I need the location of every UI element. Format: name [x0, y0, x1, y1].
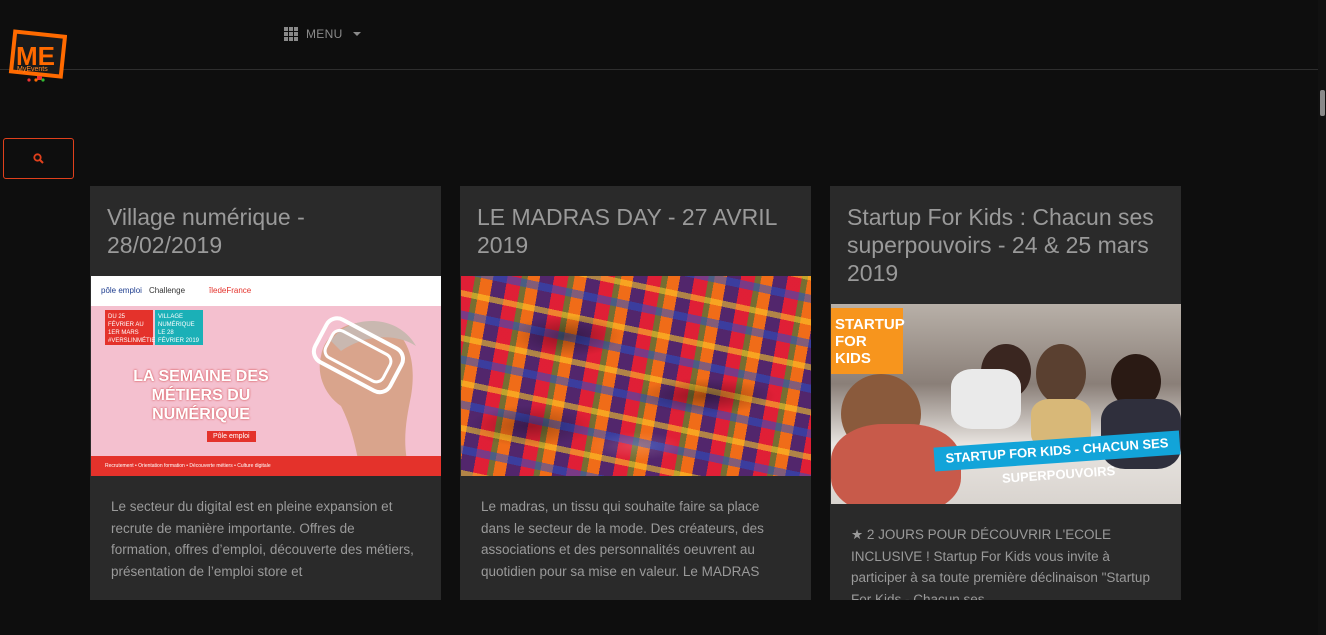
- event-description: Le madras, un tissu qui souhaite faire s…: [481, 499, 764, 579]
- event-image[interactable]: [461, 276, 811, 476]
- event-card[interactable]: LE MADRAS DAY - 27 AVRIL 2019 Le madras,…: [460, 186, 811, 600]
- startup-kids-badge: STARTUP FOR KIDS: [831, 308, 905, 374]
- event-card[interactable]: Startup For Kids : Chacun ses superpouvo…: [830, 186, 1181, 600]
- vr-headset-illustration: [311, 316, 416, 476]
- scrollbar[interactable]: [1318, 0, 1326, 635]
- image-logo-label: Challenge: [149, 286, 186, 295]
- image-headline: LA SEMAINE DES MÉTIERS DU NUMÉRIQUE: [133, 368, 269, 423]
- image-footer: Recrutement • Orientation formation • Dé…: [91, 456, 441, 476]
- search-icon: [33, 153, 44, 164]
- menu-button[interactable]: MENU: [284, 24, 361, 44]
- madras-fabric-folds: [461, 276, 811, 476]
- image-village-tag: VILLAGE NUMÉRIQUE LE 28 FÉVRIER 2019: [155, 310, 203, 345]
- event-title[interactable]: Village numérique - 28/02/2019: [90, 186, 441, 259]
- top-navbar: ME MyEvents MENU: [0, 0, 1318, 82]
- event-description: Le secteur du digital est en pleine expa…: [111, 499, 414, 579]
- photo-child: [951, 369, 1021, 429]
- event-image[interactable]: pôle emploi Challenge îledeFrance DU 25 …: [91, 276, 441, 476]
- image-logo-label: pôle emploi: [101, 286, 142, 295]
- event-card[interactable]: Village numérique - 28/02/2019 pôle empl…: [90, 186, 441, 600]
- event-title[interactable]: LE MADRAS DAY - 27 AVRIL 2019: [460, 186, 811, 259]
- scrollbar-thumb[interactable]: [1320, 90, 1325, 116]
- event-title[interactable]: Startup For Kids : Chacun ses superpouvo…: [830, 186, 1181, 287]
- photo-child: [1036, 344, 1086, 404]
- logo-text: MyEvents: [17, 66, 48, 73]
- image-date-tag: DU 25 FÉVRIER AU 1ER MARS #VERSLINMÉTIER: [105, 310, 160, 345]
- image-header-logos: pôle emploi Challenge îledeFrance: [91, 276, 441, 306]
- menu-label: MENU: [306, 27, 343, 41]
- caret-down-icon: [352, 32, 361, 36]
- event-image[interactable]: STARTUP FOR KIDS STARTUP FOR KIDS - CHAC…: [831, 304, 1181, 504]
- image-logo-label: îledeFrance: [209, 286, 252, 295]
- event-description: ★ 2 JOURS POUR DÉCOUVRIR L'ECOLE INCLUSI…: [851, 527, 1150, 600]
- image-badge: Pôle emploi: [207, 431, 256, 442]
- myevents-logo[interactable]: ME MyEvents: [7, 28, 68, 86]
- search-button[interactable]: [3, 138, 74, 179]
- grid-icon: [284, 27, 298, 41]
